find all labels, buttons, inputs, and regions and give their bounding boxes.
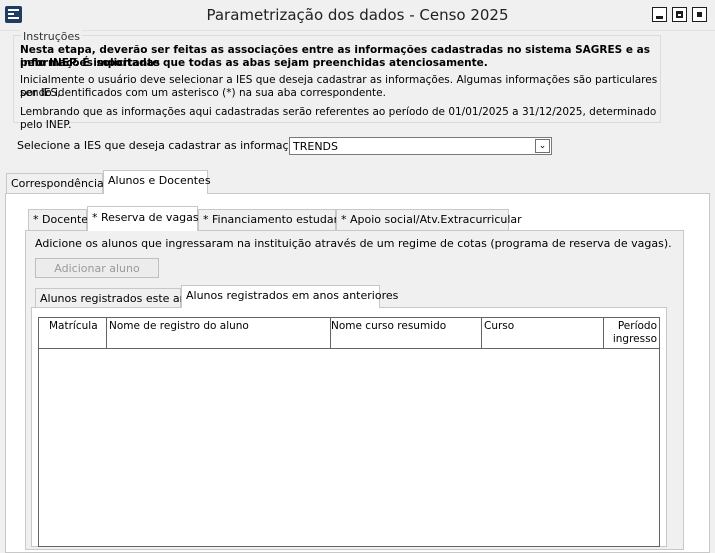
tab-correspondencias[interactable]: Correspondências bbox=[6, 173, 110, 193]
minimize-icon[interactable] bbox=[652, 7, 667, 22]
reserva-description: Adicione os alunos que ingressaram na in… bbox=[35, 237, 672, 250]
window-title: Parametrização dos dados - Censo 2025 bbox=[206, 6, 509, 24]
column-header-periodo-ingresso[interactable]: Período ingresso bbox=[604, 318, 659, 349]
instructions-legend: Instruções bbox=[21, 30, 83, 43]
ies-label: Selecione a IES que deseja cadastrar as … bbox=[17, 139, 312, 152]
title-bar: Parametrização dos dados - Censo 2025 bbox=[0, 0, 715, 31]
tab-alunos-anos-anteriores[interactable]: Alunos registrados em anos anteriores bbox=[181, 285, 398, 308]
instructions-line-4: sendo identificados com um asterisco (*)… bbox=[20, 87, 386, 99]
tab-financiamento-estudantil[interactable]: * Financiamento estudantil bbox=[198, 209, 351, 230]
tab-docente[interactable]: * Docente bbox=[28, 209, 88, 230]
column-header-nome-aluno[interactable]: Nome de registro do aluno bbox=[107, 318, 331, 349]
instructions-line-5: Lembrando que as informações aqui cadast… bbox=[20, 106, 657, 131]
close-icon[interactable] bbox=[692, 7, 707, 22]
ies-select[interactable]: TRENDS ⌄ bbox=[289, 137, 552, 155]
ies-selected-value: TRENDS bbox=[293, 140, 338, 153]
tab-alunos-e-docentes[interactable]: Alunos e Docentes bbox=[103, 170, 211, 194]
students-table[interactable] bbox=[38, 317, 660, 547]
chevron-down-icon[interactable]: ⌄ bbox=[535, 139, 550, 153]
column-header-curso[interactable]: Curso bbox=[482, 318, 604, 349]
tab-apoio-social[interactable]: * Apoio social/Atv.Extracurricular bbox=[336, 209, 522, 230]
tab-reserva-de-vagas[interactable]: * Reserva de vagas bbox=[87, 206, 199, 231]
add-student-button[interactable]: Adicionar aluno bbox=[35, 258, 159, 278]
instructions-group: Instruções Nesta etapa, deverão ser feit… bbox=[13, 30, 661, 131]
maximize-icon[interactable] bbox=[672, 7, 687, 22]
instructions-bold-line-2: pelo INEP. É importante que todas as aba… bbox=[20, 57, 488, 69]
column-header-nome-curso[interactable]: Nome curso resumido bbox=[331, 318, 482, 349]
tab-alunos-este-ano[interactable]: Alunos registrados este ano bbox=[35, 288, 193, 308]
column-header-matricula[interactable]: Matrícula bbox=[39, 318, 107, 349]
